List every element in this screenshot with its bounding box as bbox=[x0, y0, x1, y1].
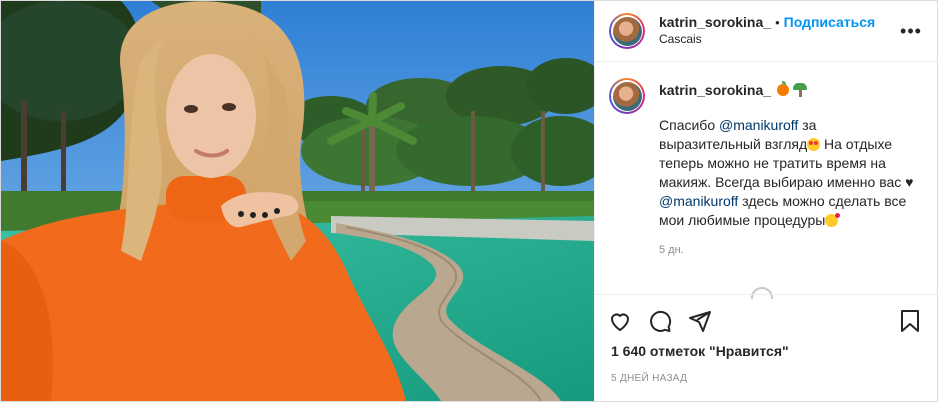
username-link[interactable]: katrin_sorokina_ bbox=[659, 14, 771, 30]
separator-dot: • bbox=[775, 15, 780, 30]
heart-eyes-emoji-icon bbox=[807, 138, 821, 151]
palm-tree-emoji-icon bbox=[793, 83, 808, 97]
caption-row: katrin_sorokina_ Спасибо @manikuroff за … bbox=[609, 78, 921, 256]
more-options-icon[interactable]: ••• bbox=[899, 19, 923, 43]
heart-icon[interactable] bbox=[605, 306, 635, 336]
post-sidebar: katrin_sorokina_ • Подписаться Cascais •••… bbox=[594, 1, 937, 401]
location-link[interactable]: Cascais bbox=[659, 31, 899, 48]
likes-count[interactable]: 1 640 отметок "Нравится" bbox=[595, 343, 937, 359]
smiling-hearts-emoji-icon bbox=[825, 213, 841, 227]
actions-bar: 1 640 отметок "Нравится" 5 ДНЕЙ НАЗАД bbox=[595, 294, 937, 384]
comments-area: katrin_sorokina_ Спасибо @manikuroff за … bbox=[595, 62, 937, 286]
header-text: katrin_sorokina_ • Подписаться Cascais bbox=[659, 14, 899, 48]
selfie-pool-image bbox=[1, 1, 594, 401]
caption-username[interactable]: katrin_sorokina_ bbox=[659, 82, 771, 98]
avatar-image bbox=[612, 16, 642, 46]
bookmark-icon[interactable] bbox=[895, 306, 925, 336]
caption-avatar[interactable] bbox=[609, 78, 645, 114]
heart-glyph: ♥ bbox=[905, 174, 914, 190]
mention-link[interactable]: @manikuroff bbox=[659, 193, 738, 209]
caption-text: Спасибо @manikuroff за выразительный взг… bbox=[659, 117, 914, 228]
post-header: katrin_sorokina_ • Подписаться Cascais ••• bbox=[595, 1, 937, 62]
instagram-post: katrin_sorokina_ • Подписаться Cascais •••… bbox=[0, 0, 938, 402]
caption-body: katrin_sorokina_ Спасибо @manikuroff за … bbox=[659, 78, 914, 256]
avatar[interactable] bbox=[609, 13, 645, 49]
caption-time: 5 дн. bbox=[659, 244, 684, 256]
post-date: 5 ДНЕЙ НАЗАД bbox=[611, 373, 688, 384]
comment-icon[interactable] bbox=[645, 306, 675, 336]
orange-emoji-icon bbox=[777, 81, 790, 96]
share-icon[interactable] bbox=[685, 306, 715, 336]
mention-link[interactable]: @manikuroff bbox=[719, 117, 798, 133]
post-photo[interactable] bbox=[1, 1, 594, 401]
follow-button[interactable]: Подписаться bbox=[784, 14, 876, 30]
